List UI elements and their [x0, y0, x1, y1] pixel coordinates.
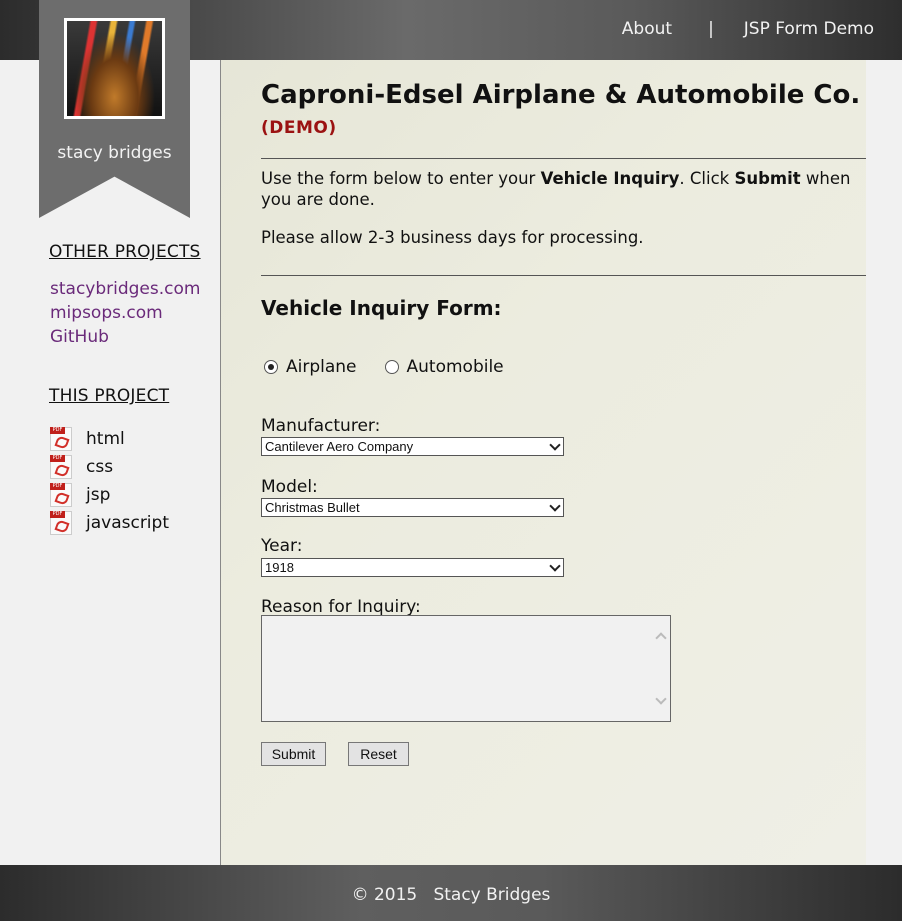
other-projects-heading: OTHER PROJECTS — [49, 242, 201, 262]
chevron-down-icon — [549, 500, 561, 512]
sidebar-divider — [220, 60, 221, 865]
textarea-scrollbar[interactable] — [652, 616, 670, 721]
project-files-list: PDF html PDF css PDF jsp PDF javascript — [50, 425, 169, 537]
chevron-down-icon — [549, 560, 561, 572]
intro-bold-vehicle-inquiry: Vehicle Inquiry — [540, 169, 680, 188]
file-label[interactable]: jsp — [86, 485, 110, 505]
file-label[interactable]: html — [86, 429, 125, 449]
this-project-heading: THIS PROJECT — [49, 386, 170, 406]
scroll-up-icon[interactable] — [655, 632, 667, 644]
model-select-value: Christmas Bullet — [265, 500, 360, 515]
top-nav: About | JSP Form Demo — [622, 19, 874, 39]
file-label[interactable]: css — [86, 457, 113, 477]
link-mipsops[interactable]: mipsops.com — [50, 301, 200, 325]
radio-airplane-button[interactable] — [264, 360, 278, 374]
manufacturer-select[interactable]: Cantilever Aero Company — [261, 437, 564, 456]
radio-automobile[interactable]: Automobile — [384, 357, 504, 377]
chevron-down-icon — [549, 439, 561, 451]
model-select[interactable]: Christmas Bullet — [261, 498, 564, 517]
divider-middle — [261, 275, 866, 276]
link-github[interactable]: GitHub — [50, 325, 200, 349]
form-title: Vehicle Inquiry Form: — [261, 296, 502, 320]
year-select-value: 1918 — [265, 560, 294, 575]
pdf-icon: PDF — [50, 511, 72, 535]
vehicle-type-radio-group: Airplane Automobile — [264, 357, 504, 377]
file-link-css[interactable]: PDF css — [50, 453, 169, 481]
processing-note: Please allow 2-3 business days for proce… — [261, 228, 644, 247]
intro-text: Use the form below to enter your Vehicle… — [261, 168, 861, 210]
year-select[interactable]: 1918 — [261, 558, 564, 577]
year-label: Year: — [261, 536, 303, 556]
submit-button[interactable]: Submit — [261, 742, 326, 766]
other-projects-list: stacybridges.com mipsops.com GitHub — [50, 277, 200, 349]
intro-text-part: . Click — [679, 169, 735, 188]
radio-automobile-button[interactable] — [384, 360, 399, 374]
reason-label: Reason for Inquiry: — [261, 597, 421, 617]
scroll-down-icon[interactable] — [655, 693, 667, 705]
reason-textarea[interactable] — [261, 615, 671, 722]
footer-copyright: © 2015 Stacy Bridges — [351, 885, 551, 905]
link-stacybridges[interactable]: stacybridges.com — [50, 277, 200, 301]
nav-separator: | — [708, 19, 714, 39]
demo-label: (DEMO) — [261, 118, 337, 138]
reset-button[interactable]: Reset — [348, 742, 409, 766]
pdf-icon: PDF — [50, 427, 72, 451]
profile-name: stacy bridges — [57, 143, 172, 163]
page-title: Caproni-Edsel Airplane & Automobile Co. — [261, 80, 861, 110]
pdf-icon: PDF — [50, 455, 72, 479]
footer: © 2015 Stacy Bridges — [0, 865, 902, 921]
intro-text-part: Use the form below to enter your — [261, 169, 541, 188]
manufacturer-label: Manufacturer: — [261, 416, 381, 436]
pdf-icon: PDF — [50, 483, 72, 507]
intro-bold-submit: Submit — [734, 169, 801, 188]
nav-jsp-form-demo-link[interactable]: JSP Form Demo — [744, 19, 874, 39]
avatar — [64, 18, 165, 119]
main-content: Caproni-Edsel Airplane & Automobile Co. … — [221, 60, 866, 865]
file-link-html[interactable]: PDF html — [50, 425, 169, 453]
avatar-image — [67, 21, 162, 116]
manufacturer-select-value: Cantilever Aero Company — [265, 439, 414, 454]
nav-about-link[interactable]: About — [622, 19, 672, 39]
radio-airplane-label[interactable]: Airplane — [286, 357, 357, 377]
file-label[interactable]: javascript — [86, 513, 169, 533]
radio-airplane[interactable]: Airplane — [264, 357, 357, 377]
model-label: Model: — [261, 477, 318, 497]
file-link-jsp[interactable]: PDF jsp — [50, 481, 169, 509]
radio-automobile-label[interactable]: Automobile — [407, 357, 504, 377]
file-link-javascript[interactable]: PDF javascript — [50, 509, 169, 537]
divider-top — [261, 158, 866, 159]
